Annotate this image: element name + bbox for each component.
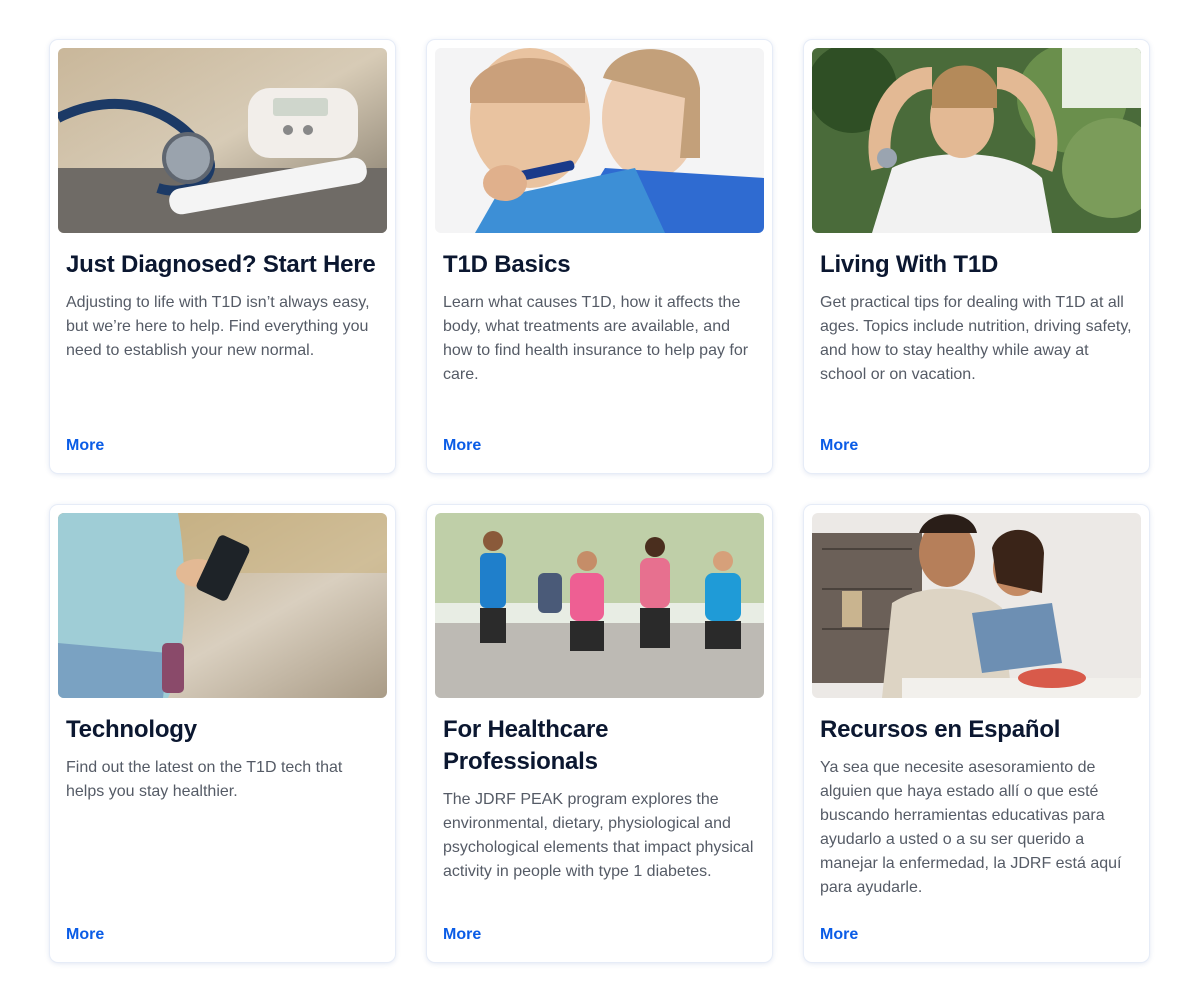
card-more-link[interactable]: More: [820, 437, 858, 455]
card-title: Recursos en Español: [820, 716, 1061, 743]
card-t1d-basics[interactable]: T1D Basics Learn what causes T1D, how it…: [427, 40, 772, 473]
card-description: Learn what causes T1D, how it affects th…: [443, 294, 749, 383]
card-title: Technology: [66, 716, 197, 743]
card-image-glucose-meter-stethoscope: [58, 48, 387, 233]
card-description: Find out the latest on the T1D tech that…: [66, 759, 343, 800]
card-image-child-glucose-test: [435, 48, 764, 233]
card-just-diagnosed[interactable]: Just Diagnosed? Start Here Adjusting to …: [50, 40, 395, 473]
card-image-woman-with-sensor: [812, 48, 1141, 233]
resource-card-grid: Just Diagnosed? Start Here Adjusting to …: [50, 40, 1149, 962]
card-description: Ya sea que necesite asesoramiento de alg…: [820, 759, 1122, 896]
card-description: Get practical tips for dealing with T1D …: [820, 294, 1132, 383]
card-description: Adjusting to life with T1D isn’t always …: [66, 294, 370, 359]
card-more-link[interactable]: More: [443, 437, 481, 455]
card-image-group-exercise: [435, 513, 764, 698]
card-living-with-t1d[interactable]: Living With T1D Get practical tips for d…: [804, 40, 1149, 473]
card-image-phone-and-pump: [58, 513, 387, 698]
card-recursos-en-espanol[interactable]: Recursos en Español Ya sea que necesite …: [804, 505, 1149, 962]
card-title: For Healthcare Professionals: [443, 716, 609, 775]
card-technology[interactable]: Technology Find out the latest on the T1…: [50, 505, 395, 962]
card-more-link[interactable]: More: [66, 926, 104, 944]
card-image-father-and-daughter: [812, 513, 1141, 698]
card-healthcare-professionals[interactable]: For Healthcare Professionals The JDRF PE…: [427, 505, 772, 962]
card-more-link[interactable]: More: [66, 437, 104, 455]
card-more-link[interactable]: More: [820, 926, 858, 944]
card-title: T1D Basics: [443, 251, 571, 278]
card-title: Living With T1D: [820, 251, 999, 278]
card-more-link[interactable]: More: [443, 926, 481, 944]
card-title: Just Diagnosed? Start Here: [66, 251, 376, 278]
card-description: The JDRF PEAK program explores the envir…: [443, 791, 754, 880]
